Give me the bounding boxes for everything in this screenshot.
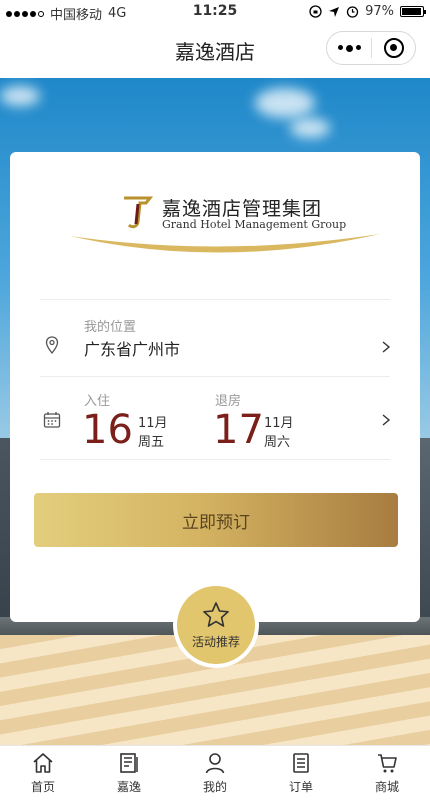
more-options-icon[interactable]	[327, 44, 371, 52]
close-circle-icon	[383, 38, 404, 58]
checkout-month: 11月	[264, 416, 294, 431]
divider	[40, 459, 390, 460]
user-icon	[205, 753, 225, 774]
battery-label: 97%	[365, 4, 394, 19]
checkout-weekday: 周六	[264, 435, 291, 450]
location-value: 广东省广州市	[84, 340, 181, 359]
tab-bar: 首页 嘉逸 我的 订单 商城	[0, 745, 430, 800]
nav-bar: 嘉逸酒店	[0, 24, 430, 78]
divider	[40, 376, 390, 377]
battery-icon	[400, 6, 426, 17]
star-icon	[203, 601, 229, 627]
promo-button[interactable]: 活动推荐	[173, 582, 259, 668]
tab-label: 首页	[30, 780, 55, 794]
close-button[interactable]	[372, 38, 415, 58]
tab-mall[interactable]: 商城	[344, 746, 430, 800]
booking-card: 嘉逸酒店管理集团 Grand Hotel Management Group 我的…	[10, 152, 420, 622]
tab-label: 订单	[288, 780, 313, 794]
checkin-day: 16	[82, 407, 133, 453]
miniprogram-capsule	[326, 31, 416, 65]
logo-mark-icon	[124, 196, 154, 229]
location-arrow-icon	[329, 6, 340, 17]
location-label: 我的位置	[84, 320, 137, 335]
hotel-logo: 嘉逸酒店管理集团 Grand Hotel Management Group	[70, 190, 380, 262]
status-bar: 中国移动 4G 11:25 97%	[0, 0, 430, 24]
tab-label: 我的	[202, 780, 227, 794]
promo-label: 活动推荐	[191, 634, 240, 649]
rotation-lock-icon	[309, 5, 322, 18]
checkin-weekday: 周五	[138, 435, 165, 450]
tab-label: 嘉逸	[116, 780, 141, 794]
promo-badge: 活动推荐	[177, 586, 255, 664]
home-icon	[33, 753, 53, 773]
order-icon	[293, 753, 309, 773]
tab-profile[interactable]: 我的	[172, 746, 258, 800]
divider	[40, 299, 390, 300]
book-now-button[interactable]: 立即预订	[34, 493, 398, 547]
tab-brand[interactable]: 嘉逸	[86, 746, 172, 800]
alarm-icon	[346, 6, 359, 18]
location-pin-icon	[45, 336, 59, 354]
chevron-right-icon	[382, 341, 391, 353]
logo-name-cn: 嘉逸酒店管理集团	[162, 198, 323, 220]
tab-orders[interactable]: 订单	[258, 746, 344, 800]
chevron-right-icon	[382, 414, 391, 426]
tab-home[interactable]: 首页	[0, 746, 86, 800]
calendar-icon	[43, 412, 61, 428]
checkout-day: 17	[213, 407, 264, 453]
cart-icon	[378, 754, 397, 773]
status-right: 97%	[309, 4, 426, 19]
news-icon	[120, 753, 138, 773]
checkin-month: 11月	[138, 416, 168, 431]
logo-swoosh	[70, 234, 380, 253]
tab-label: 商城	[374, 780, 399, 794]
